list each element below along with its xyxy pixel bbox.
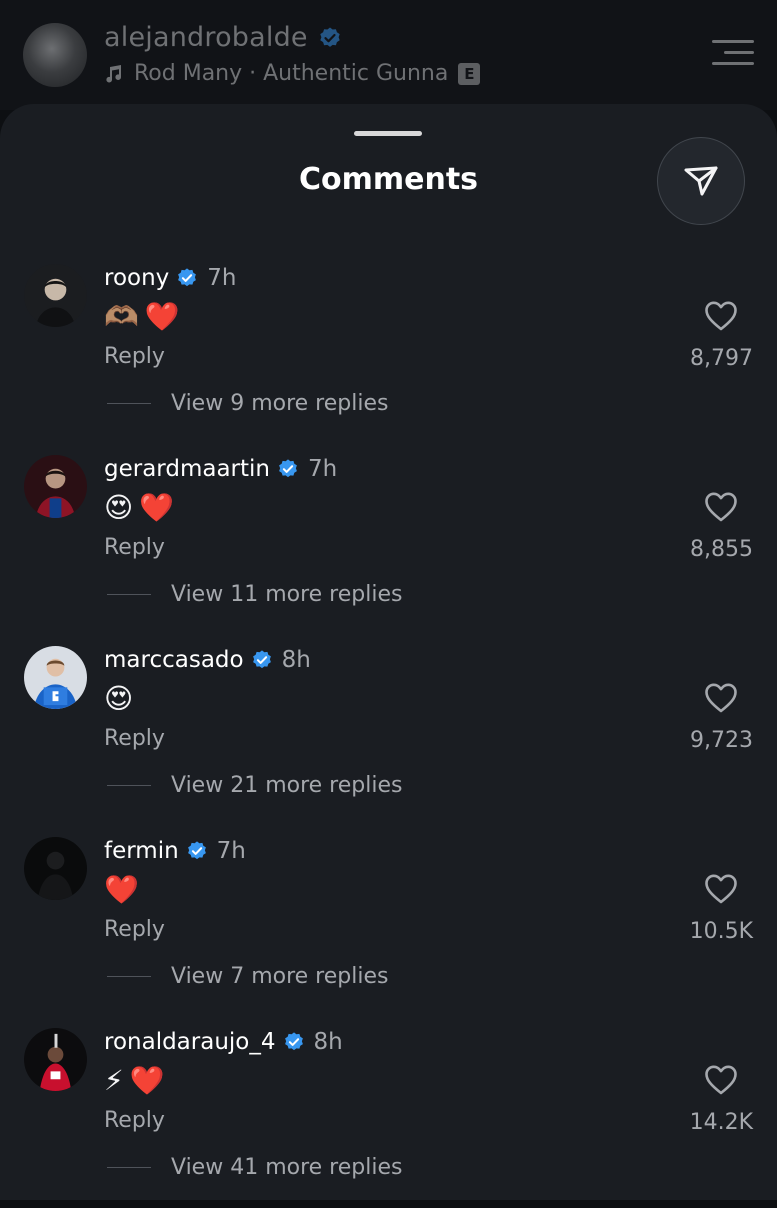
post-author-username[interactable]: alejandrobalde [104, 22, 308, 53]
comment-item: fermin 7h ❤️ Reply 10.5K View 7 more rep… [0, 837, 777, 1017]
comment-time: 8h [313, 1029, 343, 1055]
like-count: 14.2K [689, 1110, 753, 1135]
comment-item: ronaldaraujo_4 8h ⚡ ❤️ Reply 14.2K View … [0, 1028, 777, 1208]
comment-username[interactable]: roony [104, 265, 169, 291]
heart-icon[interactable] [704, 491, 738, 523]
emoji: 😍 [104, 682, 134, 715]
view-replies-button[interactable]: View 41 more replies [107, 1155, 402, 1180]
reply-button[interactable]: Reply [104, 1108, 165, 1133]
heart-icon[interactable] [704, 873, 738, 905]
like-count: 10.5K [689, 919, 753, 944]
reply-button[interactable]: Reply [104, 535, 165, 560]
verified-badge-icon [178, 268, 197, 287]
emoji: ❤️ [144, 300, 180, 333]
emoji: ❤️ [129, 1064, 165, 1097]
view-replies-label[interactable]: View 9 more replies [171, 391, 388, 416]
menu-icon[interactable] [712, 40, 754, 68]
post-author[interactable]: alejandrobalde [104, 22, 342, 53]
send-icon [684, 166, 718, 196]
share-button[interactable] [657, 137, 745, 225]
divider [107, 785, 151, 786]
avatar[interactable] [24, 646, 87, 709]
like-count: 9,723 [690, 728, 753, 753]
view-replies-label[interactable]: View 7 more replies [171, 964, 388, 989]
comment-text: 😍 [104, 682, 133, 716]
comment-header: roony 7h [104, 265, 237, 291]
divider [107, 403, 151, 404]
view-replies-label[interactable]: View 41 more replies [171, 1155, 402, 1180]
post-audio[interactable]: Rod Many · Authentic Gunna E [104, 61, 481, 86]
comment-text: ⚡ ❤️ [104, 1064, 165, 1098]
view-replies-button[interactable]: View 11 more replies [107, 582, 402, 607]
verified-badge-icon [252, 650, 271, 669]
like-count: 8,797 [690, 346, 753, 371]
comments-sheet: Comments roony 7h 🫶🏽 ❤️ Reply 8,797 View… [0, 104, 777, 1200]
verified-badge-icon [284, 1032, 303, 1051]
comment-username[interactable]: marccasado [104, 647, 244, 673]
comment-header: gerardmaartin 7h [104, 456, 337, 482]
comment-header: fermin 7h [104, 838, 246, 864]
reply-button[interactable]: Reply [104, 344, 165, 369]
comment-header: ronaldaraujo_4 8h [104, 1029, 343, 1055]
post-header: alejandrobalde Rod Many · Authentic Gunn… [0, 0, 777, 110]
divider [107, 594, 151, 595]
avatar[interactable] [24, 837, 87, 900]
comment-text: 🫶🏽 ❤️ [104, 300, 180, 334]
heart-icon[interactable] [704, 682, 738, 714]
music-note-icon [106, 64, 121, 82]
like-count: 8,855 [690, 537, 753, 562]
comment-time: 7h [308, 456, 338, 482]
avatar[interactable] [24, 1028, 87, 1091]
avatar[interactable] [24, 455, 87, 518]
heart-icon[interactable] [704, 300, 738, 332]
post-author-avatar[interactable] [23, 23, 87, 87]
view-replies-button[interactable]: View 7 more replies [107, 964, 388, 989]
verified-badge-icon [279, 459, 297, 478]
audio-label: Rod Many · Authentic Gunna [134, 61, 449, 86]
reply-button[interactable]: Reply [104, 726, 165, 751]
heart-icon[interactable] [704, 1064, 738, 1096]
comment-header: marccasado 8h [104, 647, 311, 673]
emoji: ❤️ [104, 873, 139, 906]
reply-button[interactable]: Reply [104, 917, 165, 942]
sheet-drag-handle[interactable] [354, 131, 422, 136]
divider [107, 976, 151, 977]
comment-text: ❤️ [104, 873, 139, 907]
emoji: ❤️ [139, 491, 175, 524]
comment-username[interactable]: fermin [104, 838, 179, 864]
view-replies-button[interactable]: View 9 more replies [107, 391, 388, 416]
verified-badge-icon [187, 841, 206, 860]
comment-username[interactable]: gerardmaartin [104, 456, 270, 482]
comment-time: 8h [281, 647, 311, 673]
divider [107, 1167, 151, 1168]
comment-item: roony 7h 🫶🏽 ❤️ Reply 8,797 View 9 more r… [0, 264, 777, 444]
comment-text: 😍 ❤️ [104, 491, 174, 525]
comment-username[interactable]: ronaldaraujo_4 [104, 1029, 276, 1055]
view-replies-button[interactable]: View 21 more replies [107, 773, 402, 798]
comment-time: 7h [216, 838, 246, 864]
view-replies-label[interactable]: View 21 more replies [171, 773, 402, 798]
avatar[interactable] [24, 264, 87, 327]
emoji: 🫶🏽 [104, 300, 139, 333]
explicit-badge: E [458, 62, 481, 85]
comment-item: gerardmaartin 7h 😍 ❤️ Reply 8,855 View 1… [0, 455, 777, 635]
comment-item: marccasado 8h 😍 Reply 9,723 View 21 more… [0, 646, 777, 826]
emoji: ⚡ [104, 1064, 124, 1097]
view-replies-label[interactable]: View 11 more replies [171, 582, 402, 607]
verified-badge-icon [320, 27, 340, 47]
comment-time: 7h [207, 265, 237, 291]
emoji: 😍 [104, 491, 134, 524]
